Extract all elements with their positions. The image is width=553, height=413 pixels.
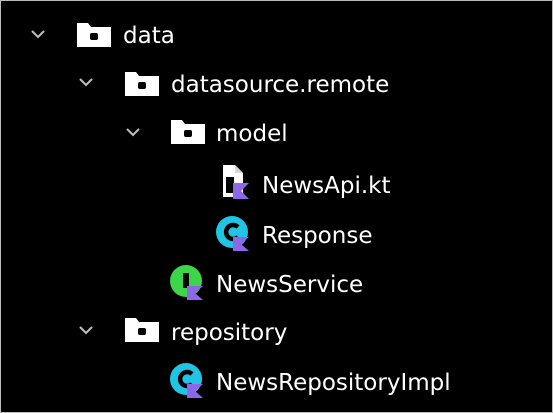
tree-item-label: repository [171,320,288,346]
tree-item-label: NewsRepositoryImpl [216,370,451,396]
tree-item-label: data [123,23,175,49]
chevron-down-icon[interactable] [126,125,140,139]
package-icon [125,318,159,342]
project-tree: data datasource.remote model NewsApi.kt … [0,0,553,413]
tree-item-label: Response [262,223,373,249]
chevron-down-icon[interactable] [79,75,93,89]
chevron-down-icon[interactable] [31,27,45,41]
kotlin-class-icon [216,216,249,251]
folder-icon [77,23,111,47]
package-icon [171,120,205,144]
kotlin-interface-icon [170,265,203,300]
tree-item-label: model [216,121,288,147]
tree-item-label: NewsApi.kt [262,173,391,199]
kotlin-class-icon [170,363,203,398]
kotlin-file-icon [223,165,249,199]
tree-item-label: NewsService [216,272,364,298]
chevron-down-icon[interactable] [79,323,93,337]
tree-item-label: datasource.remote [171,72,390,98]
package-icon [125,72,159,96]
